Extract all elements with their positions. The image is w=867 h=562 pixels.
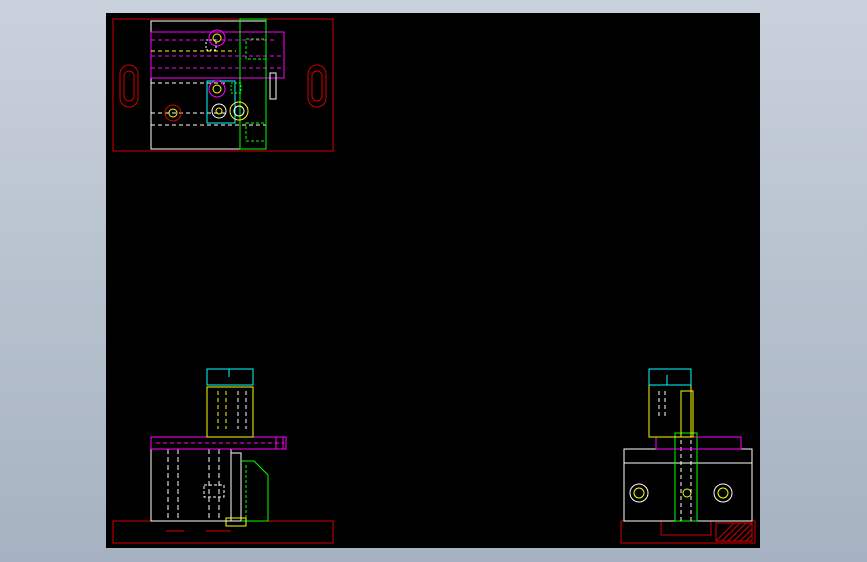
side-view-bolt-left <box>629 483 649 503</box>
front-view[interactable] <box>112 368 334 544</box>
front-view-base-plate <box>112 520 334 544</box>
side-view-column <box>648 384 692 438</box>
top-view-clamp-bar <box>150 31 285 79</box>
front-view-guide-plate <box>241 460 269 522</box>
side-view-clamp-bar <box>655 436 742 450</box>
top-view-slot-right-inner <box>311 70 323 102</box>
side-view[interactable] <box>620 368 756 544</box>
top-view-pin-1 <box>211 103 227 119</box>
cad-drawing-canvas[interactable] <box>106 13 760 548</box>
top-view[interactable] <box>112 18 334 152</box>
top-view-base-plate <box>112 18 334 152</box>
side-view-bolt-right <box>713 483 733 503</box>
top-view-pin-2 <box>229 101 249 121</box>
front-view-cap <box>206 368 254 386</box>
top-view-slot-left-inner <box>123 70 135 102</box>
side-view-hatch <box>715 522 753 542</box>
side-view-guide <box>674 432 698 522</box>
cad-drawing-viewport[interactable] <box>106 13 760 548</box>
side-view-cap <box>648 368 692 386</box>
